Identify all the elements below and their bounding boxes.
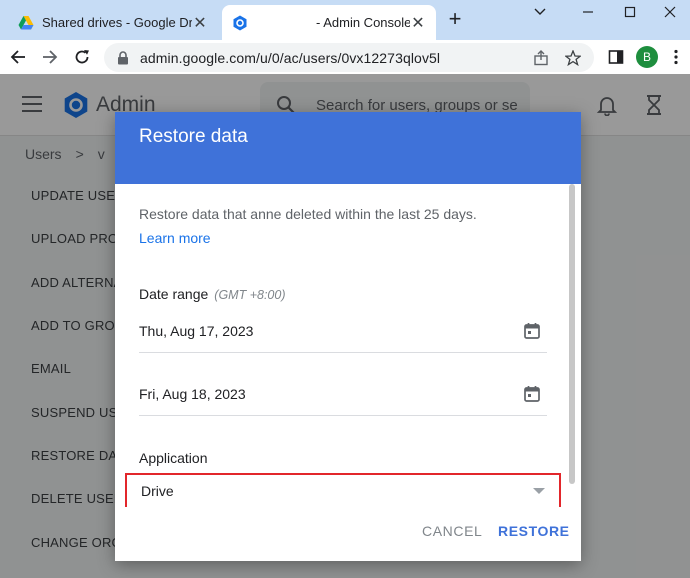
- learn-more-link[interactable]: Learn more: [139, 230, 211, 246]
- tab-admin-console[interactable]: - Admin Console ✕: [222, 5, 436, 40]
- close-tab-icon[interactable]: ✕: [410, 15, 426, 32]
- scrollbar-thumb[interactable]: [569, 184, 575, 484]
- dropdown-arrow-icon: [533, 488, 545, 494]
- share-icon[interactable]: [530, 47, 552, 69]
- forward-arrow-icon[interactable]: [38, 45, 62, 69]
- dialog-title: Restore data: [139, 126, 248, 147]
- browser-toolbar: admin.google.com/u/0/ac/users/0vx12273ql…: [0, 40, 690, 74]
- tab-title: Shared drives - Google Drive: [42, 15, 192, 30]
- dialog-description: Restore data that anne deleted within th…: [139, 206, 477, 222]
- dialog-content: Restore data that anne deleted within th…: [115, 184, 581, 507]
- application-select[interactable]: Drive: [125, 473, 561, 507]
- address-bar[interactable]: admin.google.com/u/0/ac/users/0vx12273ql…: [104, 43, 594, 72]
- restore-button[interactable]: RESTORE: [498, 523, 570, 539]
- bookmark-star-icon[interactable]: [562, 47, 584, 69]
- restore-data-dialog: Restore data Restore data that anne dele…: [115, 112, 581, 561]
- start-date-field[interactable]: Thu, Aug 17, 2023: [139, 311, 547, 353]
- application-label: Application: [139, 450, 208, 466]
- dialog-actions: CANCEL RESTORE: [115, 507, 581, 561]
- google-drive-icon: [18, 15, 34, 29]
- calendar-icon[interactable]: [523, 385, 541, 403]
- tab-shared-drives[interactable]: Shared drives - Google Drive ✕: [8, 5, 218, 40]
- end-date-field[interactable]: Fri, Aug 18, 2023: [139, 374, 547, 416]
- application-value: Drive: [141, 483, 174, 499]
- reload-icon[interactable]: [70, 45, 94, 69]
- date-range-title: Date range: [139, 286, 209, 302]
- minimize-icon[interactable]: [578, 2, 598, 22]
- more-menu-icon[interactable]: [664, 45, 688, 69]
- start-date-value: Thu, Aug 17, 2023: [139, 322, 254, 339]
- dialog-scrollbar[interactable]: [569, 184, 579, 507]
- timezone-label: (GMT +8:00): [214, 288, 286, 302]
- lock-icon: [118, 50, 128, 64]
- date-range-label: Date range (GMT +8:00): [139, 286, 285, 302]
- cancel-button[interactable]: CANCEL: [422, 523, 482, 539]
- back-arrow-icon[interactable]: [6, 45, 30, 69]
- close-tab-icon[interactable]: ✕: [192, 15, 208, 32]
- maximize-icon[interactable]: [620, 2, 640, 22]
- side-panel-icon[interactable]: [604, 45, 628, 69]
- end-date-value: Fri, Aug 18, 2023: [139, 385, 246, 402]
- close-window-icon[interactable]: [660, 2, 680, 22]
- admin-console-icon: [233, 15, 247, 30]
- dialog-header: Restore data: [115, 112, 581, 184]
- new-tab-button[interactable]: +: [444, 8, 466, 31]
- profile-avatar[interactable]: B: [636, 46, 658, 68]
- calendar-icon[interactable]: [523, 322, 541, 340]
- tab-title: - Admin Console: [316, 15, 410, 30]
- tab-search-icon[interactable]: [530, 2, 550, 22]
- browser-tabstrip: Shared drives - Google Drive ✕ - Admin C…: [0, 0, 690, 40]
- url-text: admin.google.com/u/0/ac/users/0vx12273ql…: [140, 49, 441, 66]
